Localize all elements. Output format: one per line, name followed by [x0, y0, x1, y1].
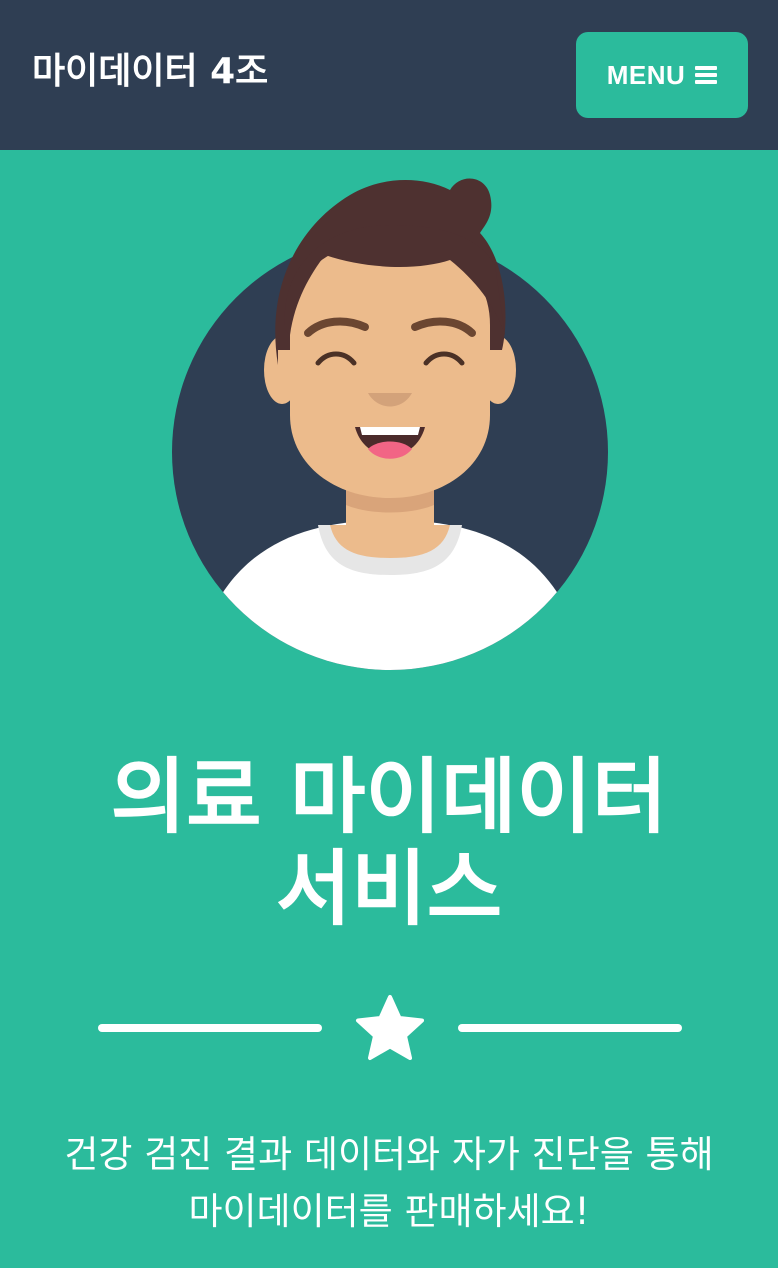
hero-title: 의료 마이데이터 서비스: [0, 752, 778, 936]
hero-title-line2: 서비스: [275, 842, 503, 937]
avatar-illustration: [172, 178, 608, 670]
navbar: 마이데이터 4조 MENU: [0, 0, 778, 150]
divider-line-left: [98, 1024, 322, 1032]
hero-title-line1: 의료 마이데이터: [110, 750, 668, 845]
menu-label: MENU: [606, 59, 686, 90]
star-icon: [356, 995, 424, 1060]
hamburger-icon: [695, 65, 718, 85]
brand-title[interactable]: 마이데이터 4조: [32, 48, 268, 96]
star-divider: [98, 990, 682, 1070]
divider-line-right: [458, 1024, 682, 1032]
menu-button[interactable]: MENU: [576, 32, 748, 118]
hero-subtitle-line1: 건강 검진 결과 데이터와 자가 진단을 통해: [64, 1133, 714, 1176]
hero-subtitle: 건강 검진 결과 데이터와 자가 진단을 통해 마이데이터를 판매하세요!: [0, 1126, 778, 1240]
hero-subtitle-line2: 마이데이터를 판매하세요!: [188, 1190, 590, 1233]
